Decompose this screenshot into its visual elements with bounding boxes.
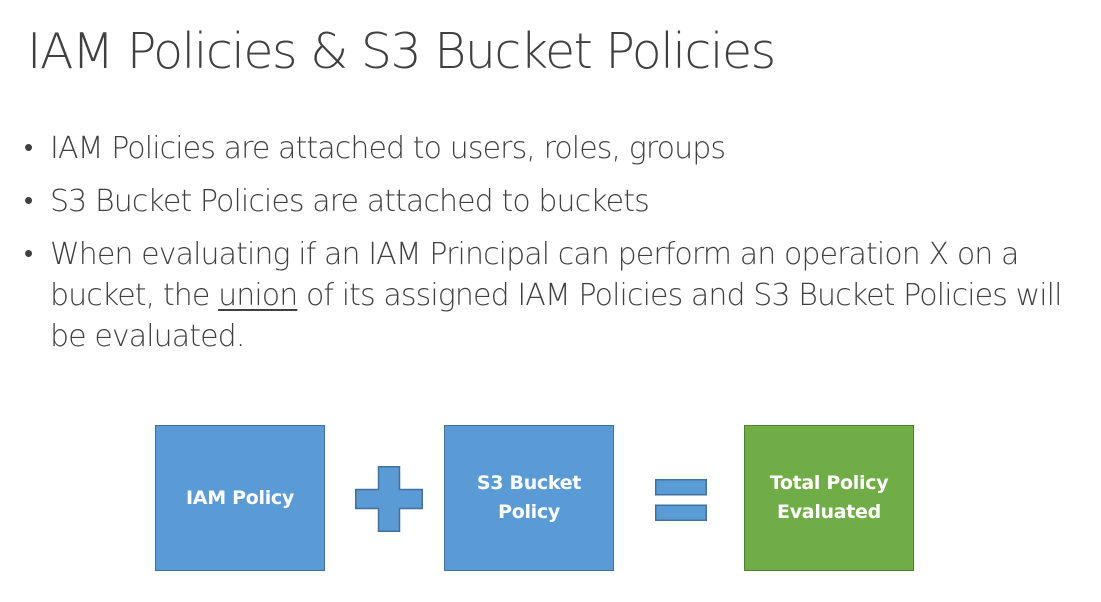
plus-icon [355,466,423,532]
plus-shape [355,466,423,532]
total-policy-evaluated-label: Total Policy Evaluated [769,472,889,523]
bullet-text: S3 Bucket Policies are attached to bucke… [50,184,650,219]
slide-title: IAM Policies & S3 Bucket Policies [27,23,776,80]
iam-policy-box: IAM Policy [155,425,325,571]
s3-bucket-policy-label: S3 Bucket Policy [476,472,582,523]
bullet-dot: • [24,133,33,163]
bullet-list: • IAM Policies are attached to users, ro… [24,128,1094,369]
equals-bottom-bar [655,504,707,521]
bullet-text: IAM Policies are attached to users, role… [50,131,726,166]
iam-policy-label: IAM Policy [186,486,294,509]
equals-icon [655,479,707,521]
s3-bucket-policy-box: S3 Bucket Policy [444,425,614,571]
bullet-dot: • [24,239,33,269]
equals-top-bar [655,479,707,496]
bullet-item: • IAM Policies are attached to users, ro… [24,128,1094,169]
bullet-item: • When evaluating if an IAM Principal ca… [24,234,1094,357]
bullet-dot: • [24,186,33,216]
bullet-item: • S3 Bucket Policies are attached to buc… [24,181,1094,222]
underlined-keyword: union [218,278,298,313]
total-policy-evaluated-box: Total Policy Evaluated [744,425,914,571]
